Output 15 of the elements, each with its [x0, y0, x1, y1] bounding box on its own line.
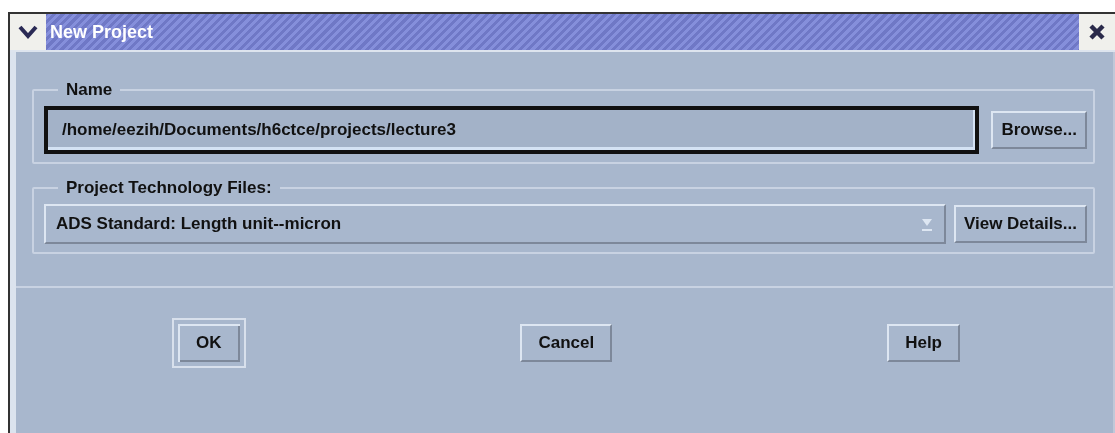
group-label: Name: [65, 80, 114, 100]
close-icon: [1088, 23, 1106, 41]
window-title: New Project: [49, 21, 155, 43]
close-button[interactable]: [1079, 14, 1115, 50]
dropdown-value: ADS Standard: Length unit--micron: [56, 214, 343, 234]
window-menu-button[interactable]: [10, 14, 46, 50]
technology-dropdown[interactable]: ADS Standard: Length unit--micron: [44, 204, 946, 244]
chevron-down-icon: [18, 25, 38, 39]
dialog-button[interactable]: Help: [887, 324, 960, 362]
dialog-button[interactable]: OK: [172, 318, 246, 368]
view-details-button[interactable]: View Details...: [953, 205, 1087, 243]
dialog-button[interactable]: Cancel: [520, 324, 613, 362]
group-label: Project Technology Files:: [65, 178, 273, 198]
browse-button[interactable]: Browse...: [991, 111, 1087, 149]
path-field[interactable]: /home/eezih/Documents/h6ctce/projects/lecture3: [44, 106, 980, 154]
